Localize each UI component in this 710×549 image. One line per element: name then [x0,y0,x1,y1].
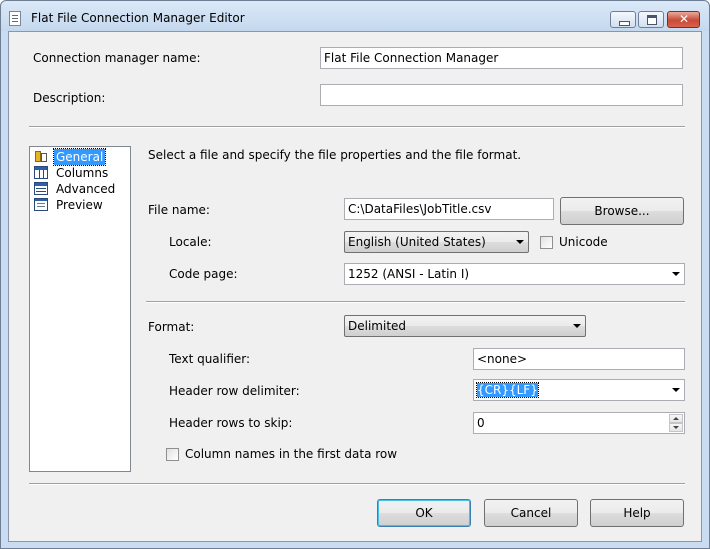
advanced-icon [34,182,48,195]
window-title: Flat File Connection Manager Editor [31,11,245,25]
spin-up-icon[interactable] [669,414,683,423]
code-page-label: Code page: [169,267,238,281]
spin-down-icon[interactable] [669,423,683,432]
format-divider [146,301,685,303]
nav-item-label: Preview [56,198,103,212]
columns-icon [34,166,48,179]
file-name-input[interactable]: C:\DataFiles\JobTitle.csv [344,198,554,220]
dialog-body: Connection manager name: Flat File Conne… [8,31,702,542]
nav-item-label: General [52,148,107,166]
cancel-button[interactable]: Cancel [484,499,578,527]
top-divider [29,126,685,128]
header-row-delimiter-label: Header row delimiter: [169,384,300,398]
text-qualifier-input[interactable]: <none> [473,348,685,370]
page-navigation-list: General Columns Advanced Preview [29,146,131,472]
header-rows-skip-stepper[interactable]: 0 [473,412,685,434]
chevron-down-icon [672,388,680,392]
chevron-down-icon [573,324,581,328]
chevron-down-icon [672,272,680,276]
format-label: Format: [148,320,195,334]
chevron-down-icon [516,240,524,244]
header-row-delimiter-value: {CR}{LF} [476,382,539,398]
column-names-label: Column names in the first data row [185,447,398,461]
format-value: Delimited [348,319,407,333]
nav-item-label: Advanced [56,182,116,196]
close-button[interactable] [667,11,700,28]
description-input[interactable] [320,84,683,106]
ok-button[interactable]: OK [377,499,471,527]
file-name-label: File name: [148,203,210,217]
connection-name-input[interactable]: Flat File Connection Manager [320,47,683,69]
dialog-window: Flat File Connection Manager Editor Conn… [0,0,710,549]
text-qualifier-label: Text qualifier: [169,352,251,366]
column-names-checkbox[interactable] [166,448,179,461]
spin-buttons[interactable] [669,414,683,432]
unicode-label: Unicode [559,235,608,249]
header-rows-skip-label: Header rows to skip: [169,416,293,430]
help-button[interactable]: Help [590,499,684,527]
general-icon [34,150,48,163]
locale-value: English (United States) [348,235,486,249]
maximize-button[interactable] [638,11,664,28]
dialog-icon [9,11,21,26]
header-row-delimiter-select[interactable]: {CR}{LF} [473,379,685,401]
description-label: Description: [33,91,106,105]
format-select[interactable]: Delimited [344,315,586,337]
header-rows-skip-value: 0 [477,416,485,430]
locale-select[interactable]: English (United States) [344,231,529,253]
preview-icon [34,198,48,211]
unicode-checkbox[interactable] [540,236,553,249]
bottom-divider [29,483,685,485]
locale-label: Locale: [169,235,212,249]
nav-item-label: Columns [56,166,109,180]
instruction-text: Select a file and specify the file prope… [148,148,522,162]
minimize-button[interactable] [610,11,636,28]
code-page-select[interactable]: 1252 (ANSI - Latin I) [344,263,685,285]
connection-name-label: Connection manager name: [33,51,201,65]
code-page-value: 1252 (ANSI - Latin I) [348,267,470,281]
browse-button[interactable]: Browse... [560,197,684,225]
